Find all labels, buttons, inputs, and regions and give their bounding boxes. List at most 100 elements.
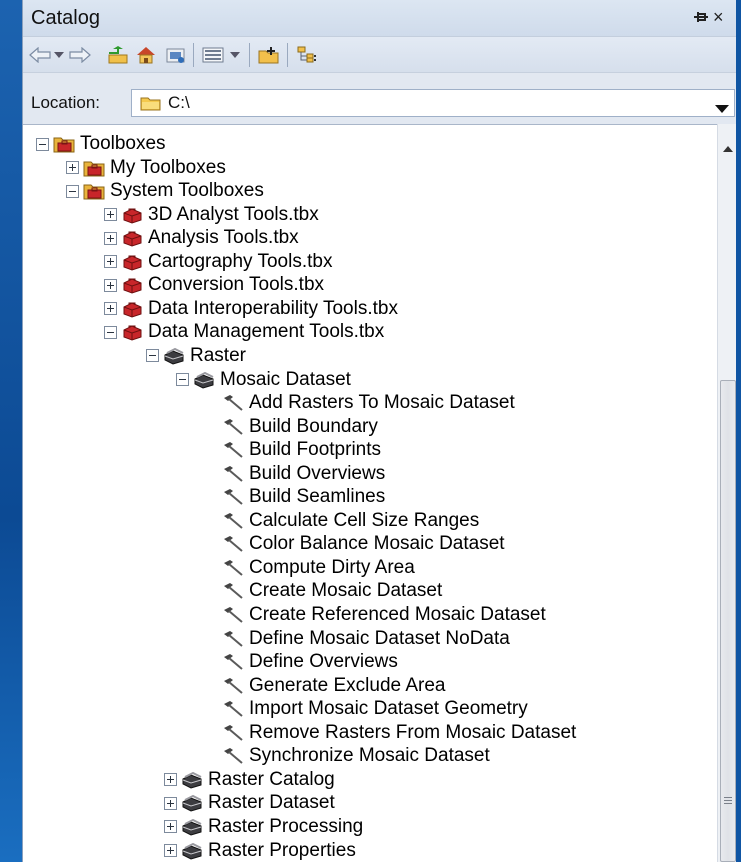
tool-hammer-icon [222,488,244,506]
tree-item[interactable]: Calculate Cell Size Ranges [222,509,479,533]
tree-item-label: Raster Catalog [208,768,335,790]
tree-item-label: Cartography Tools.tbx [148,250,333,272]
tool-hammer-icon [222,418,244,436]
toolbar [23,36,736,72]
tree-item[interactable]: Toolboxes [36,132,166,156]
tree-item-label: My Toolboxes [110,156,226,178]
tree-item[interactable]: Synchronize Mosaic Dataset [222,744,490,768]
tool-hammer-icon [222,582,244,600]
toolset-icon [181,794,203,812]
tree-item[interactable]: Raster Processing [164,815,363,839]
view-dropdown-icon[interactable] [229,45,241,65]
tree-item[interactable]: Conversion Tools.tbx [104,273,324,297]
expand-plus-icon[interactable] [104,302,117,316]
back-dropdown-icon[interactable] [53,45,65,65]
view-toggle-icon[interactable] [201,45,225,65]
connect-folder-icon[interactable] [165,45,187,65]
tree-item-label: Add Rasters To Mosaic Dataset [249,392,515,414]
tool-hammer-icon [222,700,244,718]
home-icon[interactable] [135,45,157,65]
tree-item[interactable]: Raster Dataset [164,791,335,815]
expand-plus-icon[interactable] [104,231,117,245]
tool-hammer-icon [222,441,244,459]
expand-plus-icon[interactable] [164,773,177,787]
up-folder-icon[interactable] [107,45,129,65]
collapse-minus-icon[interactable] [66,184,79,198]
tree-item-label: Conversion Tools.tbx [148,274,325,296]
tree-item-label: Import Mosaic Dataset Geometry [249,698,528,720]
title-bar[interactable]: Catalog × [23,0,736,36]
tree-item[interactable]: Color Balance Mosaic Dataset [222,532,505,556]
forward-icon[interactable] [69,45,91,65]
location-bar: Location: C:\ [23,72,736,124]
toolbox-icon [121,206,143,224]
toolbar-separator [249,43,250,67]
tree-item[interactable]: Import Mosaic Dataset Geometry [222,697,528,721]
toolboxes-folder-icon [83,159,105,177]
toolbox-icon [121,300,143,318]
tree-item[interactable]: Define Overviews [222,650,398,674]
collapse-minus-icon[interactable] [146,349,159,363]
collapse-minus-icon[interactable] [176,373,189,386]
tree-item[interactable]: Mosaic Dataset [176,368,351,392]
tree-item[interactable]: Raster Catalog [164,768,335,792]
tree-item[interactable]: Generate Exclude Area [222,674,445,698]
back-icon[interactable] [29,45,51,65]
collapse-minus-icon[interactable] [104,325,117,339]
expand-plus-icon[interactable] [104,278,117,292]
window-title: Catalog [31,6,100,29]
tool-hammer-icon [222,559,244,577]
tree-item[interactable]: Raster Properties [164,839,356,862]
tree-item[interactable]: Add Rasters To Mosaic Dataset [222,391,515,415]
scroll-thumb[interactable] [720,380,736,862]
tool-hammer-icon [222,747,244,765]
new-folder-icon[interactable] [257,45,281,65]
tree-item[interactable]: Analysis Tools.tbx [104,226,299,250]
toolboxes-folder-icon [53,135,75,153]
close-icon[interactable]: × [713,8,731,26]
tree-item[interactable]: Raster [146,344,246,368]
tree-item[interactable]: Data Management Tools.tbx [104,320,384,344]
tree-item[interactable]: Build Boundary [222,415,378,439]
tree-item-label: Color Balance Mosaic Dataset [249,533,505,555]
tree-item[interactable]: Build Overviews [222,462,385,486]
expand-plus-icon[interactable] [164,820,177,834]
vertical-scrollbar[interactable] [717,124,736,862]
tree-item[interactable]: Data Interoperability Tools.tbx [104,297,398,321]
tool-hammer-icon [222,606,244,624]
tree-item[interactable]: 3D Analyst Tools.tbx [104,203,319,227]
tree-item-label: Analysis Tools.tbx [148,227,299,249]
expand-plus-icon[interactable] [164,844,177,857]
tree-item-label: Toolboxes [80,133,166,154]
pin-icon[interactable] [693,9,709,27]
expand-plus-icon[interactable] [104,208,117,222]
expand-plus-icon[interactable] [164,796,177,810]
expand-plus-icon[interactable] [104,255,117,269]
tree-item[interactable]: My Toolboxes [66,156,226,180]
toolboxes-folder-icon [83,182,105,200]
tree-item[interactable]: Create Referenced Mosaic Dataset [222,603,546,627]
desktop-background-left [0,0,22,862]
expand-plus-icon[interactable] [66,161,79,175]
scroll-up-arrow-icon[interactable] [723,139,733,152]
toolset-icon [181,771,203,789]
collapse-minus-icon[interactable] [36,137,49,151]
toolset-icon [163,347,185,365]
tree-item[interactable]: Remove Rasters From Mosaic Dataset [222,721,576,745]
tree-item[interactable]: Cartography Tools.tbx [104,250,332,274]
tree-item[interactable]: Define Mosaic Dataset NoData [222,627,510,651]
chevron-down-icon[interactable] [715,100,729,113]
tree-item[interactable]: Create Mosaic Dataset [222,579,442,603]
tree-item[interactable]: Build Footprints [222,438,381,462]
toolset-icon [181,818,203,836]
tree-item-label: Calculate Cell Size Ranges [249,509,480,531]
tree-item-label: Build Overviews [249,462,386,484]
tree-item-label: Raster Dataset [208,792,335,814]
tree-item[interactable]: System Toolboxes [66,179,264,203]
tree-view-icon[interactable] [295,45,319,65]
tree-item[interactable]: Compute Dirty Area [222,556,415,580]
tool-hammer-icon [222,677,244,695]
tool-hammer-icon [222,724,244,742]
location-combobox[interactable]: C:\ [131,89,735,117]
tree-item[interactable]: Build Seamlines [222,485,385,509]
